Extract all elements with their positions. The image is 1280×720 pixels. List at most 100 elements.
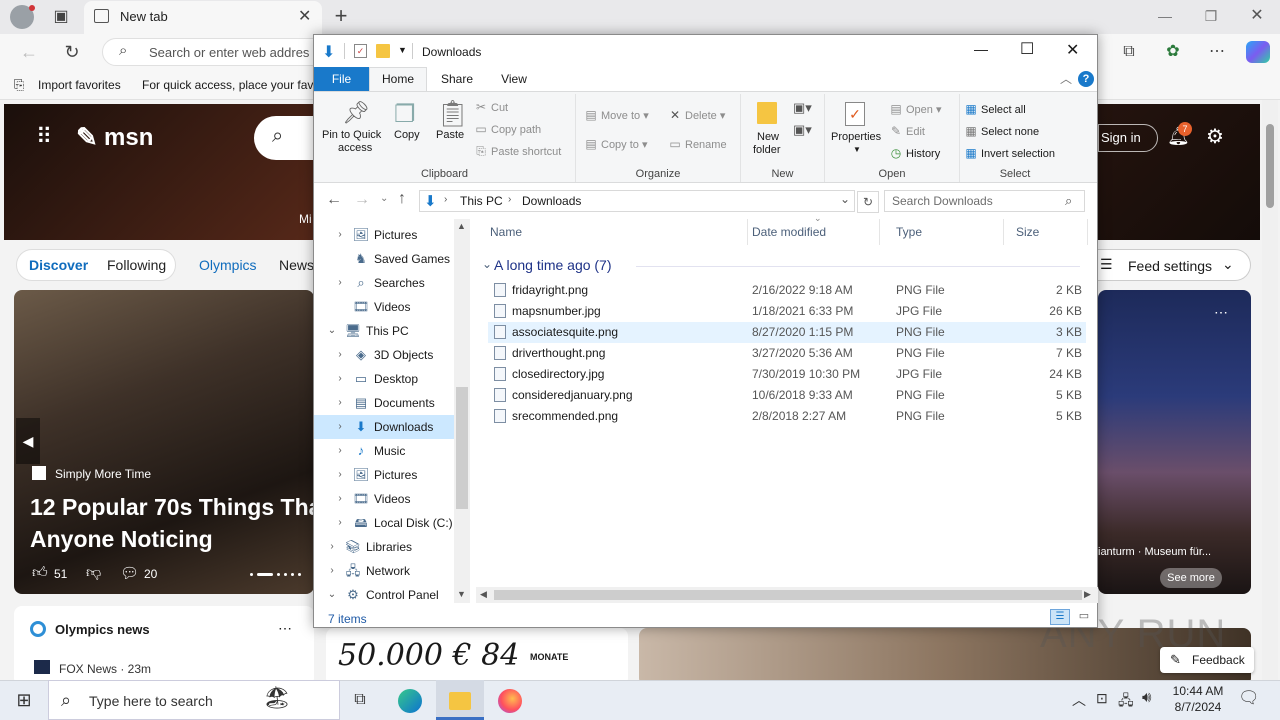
dislike-icon[interactable]: 👎︎ bbox=[86, 564, 101, 582]
more-options-icon[interactable]: ⋯ bbox=[278, 620, 292, 637]
expand-chevron-icon[interactable]: › bbox=[334, 439, 346, 463]
nav-pane-scroll-thumb[interactable] bbox=[456, 387, 468, 509]
file-row[interactable]: closedirectory.jpg 7/30/2019 10:30 PM JPG … bbox=[488, 364, 1086, 385]
scroll-left-icon[interactable]: ◀ bbox=[480, 589, 487, 600]
file-row[interactable]: srecommended.png 2/8/2018 2:27 AM PNG File… bbox=[488, 406, 1086, 427]
collapse-ribbon-icon[interactable]: ︿ bbox=[1060, 70, 1072, 87]
import-favorites-link[interactable]: Import favorites bbox=[38, 78, 121, 92]
new-tab-tab[interactable]: New tab ✕ bbox=[84, 1, 322, 34]
refresh-icon[interactable]: ↻ bbox=[857, 191, 879, 213]
details-view-icon[interactable]: ☰ bbox=[1050, 609, 1070, 625]
tab-news[interactable]: News bbox=[279, 257, 314, 273]
horizontal-scroll-thumb[interactable] bbox=[494, 590, 1082, 600]
help-icon[interactable]: ? bbox=[1078, 71, 1094, 87]
breadcrumb-downloads[interactable]: Downloads bbox=[522, 194, 581, 208]
expand-chevron-icon[interactable]: › bbox=[334, 271, 346, 295]
new-folder-button[interactable]: New folder bbox=[745, 96, 789, 158]
start-windows-icon[interactable]: ⊞ bbox=[0, 680, 48, 720]
close-window-icon[interactable]: ✕ bbox=[1242, 2, 1272, 30]
explorer-maximize-icon[interactable]: ☐ bbox=[1020, 39, 1034, 59]
delete-button[interactable]: ✕ Delete ▾ bbox=[668, 108, 725, 122]
rename-button[interactable]: ▭ Rename bbox=[668, 137, 726, 151]
nav-item[interactable]: › ▤ Documents bbox=[314, 391, 454, 415]
tab-discover[interactable]: Discover bbox=[29, 257, 88, 273]
page-scrollbar[interactable] bbox=[1262, 100, 1278, 680]
copy-path-button[interactable]: ▭ Copy path bbox=[474, 122, 541, 136]
quick-access-down-icon[interactable]: ⬇ bbox=[322, 42, 335, 62]
file-row[interactable]: fridayright.png 2/16/2022 9:18 AM PNG File… bbox=[488, 280, 1086, 301]
tray-device-icon[interactable]: ⊡ bbox=[1096, 690, 1108, 707]
hero-news-card[interactable]: ◀ Simply More Time 12 Popular 70s Things… bbox=[14, 290, 314, 594]
collapse-chevron-icon[interactable]: ⌄ bbox=[326, 319, 338, 343]
see-more-button[interactable]: See more bbox=[1160, 568, 1222, 588]
nav-item[interactable]: › 🖧︎ Network bbox=[314, 559, 454, 583]
right-news-card[interactable]: ⋯ ianturm · Museum für... See more bbox=[1098, 290, 1251, 594]
notification-center-icon[interactable]: 🗨︎ bbox=[1238, 688, 1260, 708]
move-to-button[interactable]: ▤ Move to ▾ bbox=[584, 108, 648, 122]
more-menu-icon[interactable]: ⋯ bbox=[1202, 38, 1232, 66]
expand-chevron-icon[interactable]: › bbox=[334, 487, 346, 511]
sign-in-button[interactable]: Sign in bbox=[1098, 124, 1158, 152]
copy-button[interactable]: ❐ Copy bbox=[390, 96, 424, 158]
file-row[interactable]: associatesquite.png 8/27/2020 1:15 PM PNG … bbox=[488, 322, 1086, 343]
msn-logo[interactable]: msn bbox=[104, 124, 153, 152]
settings-gear-icon[interactable]: ⚙ bbox=[1206, 124, 1224, 149]
volume-icon[interactable]: 🔊︎ bbox=[1142, 689, 1151, 706]
nav-item[interactable]: › ◈ 3D Objects bbox=[314, 343, 454, 367]
paste-shortcut-button[interactable]: ⎘ Paste shortcut bbox=[474, 144, 561, 159]
select-all-button[interactable]: ▦ Select all bbox=[964, 102, 1025, 116]
olympics-news-card[interactable]: Olympics news ⋯ FOX News · 23m bbox=[14, 606, 314, 686]
scroll-right-icon[interactable]: ▶ bbox=[1084, 589, 1091, 600]
qat-dropdown-icon[interactable]: ▼ bbox=[398, 45, 407, 55]
ad-card[interactable]: 50.000 € 84 MONATE bbox=[326, 628, 628, 686]
properties-check-icon[interactable]: ✓ bbox=[354, 44, 367, 58]
scroll-down-icon[interactable]: ▼ bbox=[457, 589, 466, 599]
copilot-icon[interactable] bbox=[1246, 41, 1270, 63]
apps-grid-icon[interactable]: ⠿ bbox=[36, 124, 52, 150]
extensions-icon[interactable]: ✿ bbox=[1158, 38, 1188, 66]
nav-item[interactable]: ⌄ 🖥︎ This PC bbox=[314, 319, 454, 343]
nav-item[interactable]: ♞ Saved Games bbox=[314, 247, 454, 271]
tab-file[interactable]: File bbox=[314, 67, 369, 91]
paste-button[interactable]: 📋︎ Paste bbox=[430, 96, 469, 158]
properties-button[interactable]: ✓ Properties ▼ bbox=[827, 96, 883, 162]
comment-icon[interactable]: 💬︎ bbox=[120, 564, 139, 582]
copy-to-button[interactable]: ▤ Copy to ▾ bbox=[584, 137, 647, 151]
card-prev-arrow[interactable]: ◀ bbox=[16, 418, 40, 464]
collapse-chevron-icon[interactable]: ⌄ bbox=[326, 583, 338, 603]
address-dropdown-icon[interactable]: ⌄ bbox=[840, 192, 850, 206]
nav-item[interactable]: › 🎞︎ Videos bbox=[314, 487, 454, 511]
task-view-icon[interactable]: ⧉ bbox=[336, 680, 384, 720]
expand-chevron-icon[interactable]: › bbox=[334, 223, 346, 247]
file-explorer-taskbar-icon[interactable] bbox=[436, 680, 484, 720]
back-icon[interactable]: ← bbox=[14, 38, 44, 66]
edit-button[interactable]: ✎ Edit bbox=[889, 124, 925, 138]
page-scroll-thumb[interactable] bbox=[1266, 124, 1274, 208]
tab-olympics[interactable]: Olympics bbox=[199, 257, 257, 273]
breadcrumb-bar[interactable]: ⬇ › This PC › Downloads ⌄ bbox=[419, 190, 855, 212]
expand-chevron-icon[interactable]: › bbox=[334, 463, 346, 487]
collections-icon[interactable]: ⧉ bbox=[1114, 38, 1144, 66]
expand-chevron-icon[interactable]: › bbox=[334, 391, 346, 415]
expand-chevron-icon[interactable]: › bbox=[334, 511, 346, 535]
expand-chevron-icon[interactable]: › bbox=[334, 367, 346, 391]
tray-chevron-icon[interactable]: ︿ bbox=[1072, 690, 1086, 710]
card-more-icon[interactable]: ⋯ bbox=[1214, 304, 1228, 321]
select-none-button[interactable]: ▦ Select none bbox=[964, 124, 1039, 138]
expand-chevron-icon[interactable]: › bbox=[334, 415, 346, 439]
msn-search-box[interactable]: ⌕ bbox=[254, 116, 314, 160]
tab-home[interactable]: Home bbox=[369, 67, 427, 91]
like-icon[interactable]: 👍︎ bbox=[32, 564, 48, 582]
file-row[interactable]: driverthought.png 3/27/2020 5:36 AM PNG Fi… bbox=[488, 343, 1086, 364]
nav-item[interactable]: › ♪ Music bbox=[314, 439, 454, 463]
large-icons-view-icon[interactable]: ▭ bbox=[1074, 609, 1094, 625]
tab-actions-icon[interactable]: ▣ bbox=[46, 3, 76, 31]
nav-item[interactable]: › ▭ Desktop bbox=[314, 367, 454, 391]
taskbar-search-box[interactable]: ⌕ Type here to search 🏖︎ bbox=[48, 680, 340, 720]
address-bar[interactable]: ⌕ Search or enter web addres bbox=[102, 38, 340, 66]
nav-item[interactable]: › 📚︎ Libraries bbox=[314, 535, 454, 559]
tab-following[interactable]: Following bbox=[107, 257, 166, 273]
expand-chevron-icon[interactable]: › bbox=[326, 535, 338, 559]
network-icon[interactable]: 🖧︎ bbox=[1118, 690, 1134, 714]
cut-button[interactable]: ✂ Cut bbox=[474, 100, 508, 114]
